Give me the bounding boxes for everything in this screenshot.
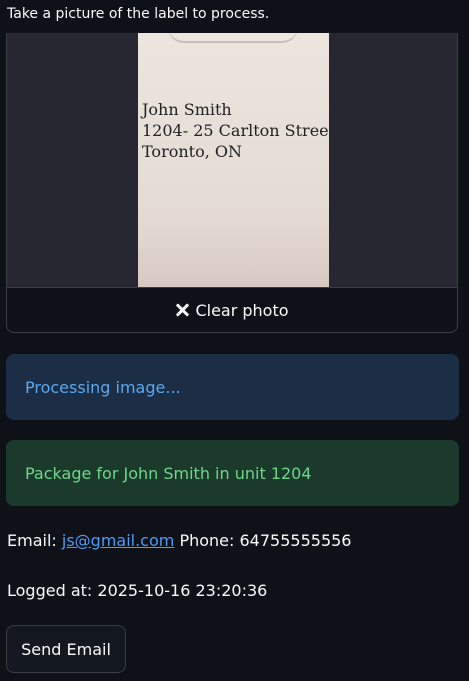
- photo-preview: John Smith 1204- 25 Carlton Street Toron…: [7, 33, 457, 287]
- processing-status-text: Processing image...: [25, 377, 181, 397]
- captured-photo: John Smith 1204- 25 Carlton Street Toron…: [138, 33, 329, 287]
- photo-label-line: John Smith: [142, 100, 232, 119]
- send-email-button[interactable]: Send Email: [6, 625, 126, 673]
- result-text: Package for John Smith in unit 1204: [25, 463, 312, 483]
- photo-label-text: John Smith 1204- 25 Carlton Street Toron…: [142, 99, 329, 162]
- result-success-alert: Package for John Smith in unit 1204: [6, 440, 459, 506]
- photo-label-line: Toronto, ON: [142, 142, 242, 161]
- email-link[interactable]: js@gmail.com: [62, 531, 174, 550]
- logged-timestamp: 2025-10-16 23:20:36: [97, 581, 268, 600]
- contact-line: Email: js@gmail.com Phone: 64755555556: [7, 530, 351, 552]
- camera-instruction: Take a picture of the label to process.: [7, 6, 270, 22]
- phone-value: 64755555556: [239, 531, 352, 550]
- processing-status-alert: Processing image...: [6, 354, 459, 420]
- email-label: Email:: [7, 531, 57, 550]
- photo-handwriting-mark: [168, 33, 298, 43]
- clear-photo-button[interactable]: Clear photo: [7, 287, 457, 332]
- photo-label-line: 1204- 25 Carlton Street: [142, 121, 329, 140]
- close-icon: [175, 303, 189, 317]
- phone-label: Phone:: [179, 531, 235, 550]
- clear-photo-label: Clear photo: [195, 300, 289, 320]
- logged-label: Logged at:: [7, 581, 93, 600]
- camera-widget: John Smith 1204- 25 Carlton Street Toron…: [6, 33, 458, 333]
- app-page: Take a picture of the label to process. …: [0, 0, 469, 681]
- logged-line: Logged at: 2025-10-16 23:20:36: [7, 580, 267, 602]
